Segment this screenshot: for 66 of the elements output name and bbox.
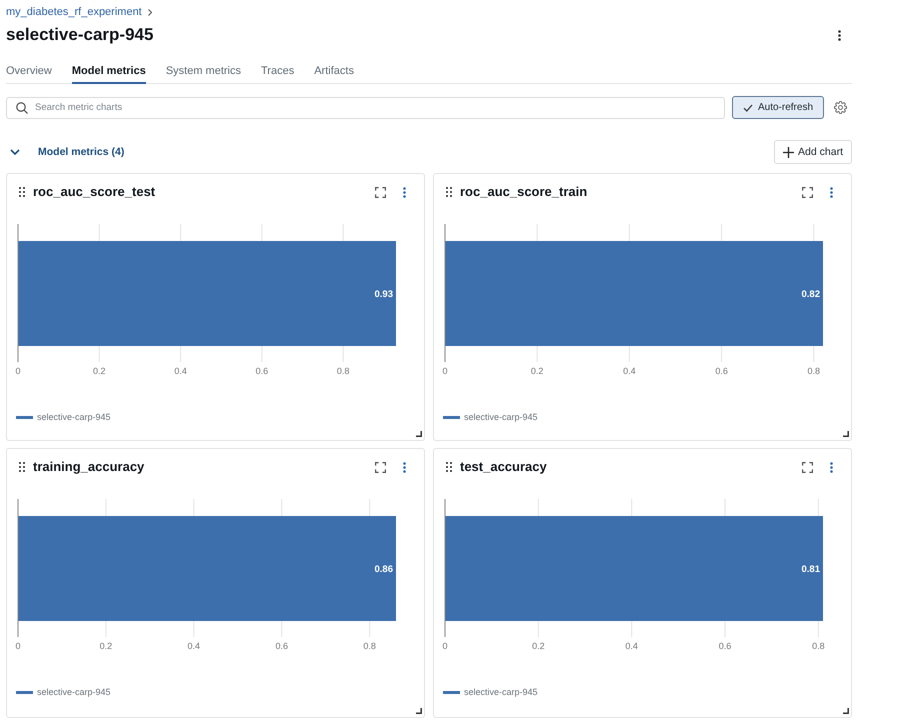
add-chart-button[interactable]: Add chart [774, 140, 852, 164]
check-icon [742, 104, 753, 112]
fullscreen-icon[interactable] [802, 462, 813, 472]
auto-refresh-button[interactable]: Auto-refresh [732, 96, 824, 119]
plus-icon [783, 146, 794, 158]
legend-label: selective-carp-945 [37, 412, 111, 423]
more-options-icon[interactable] [403, 462, 406, 472]
axis-tick-label: 0.6 [718, 641, 732, 651]
legend-label: selective-carp-945 [464, 687, 538, 698]
axis-tick-label: 0.2 [100, 641, 112, 651]
more-options-icon[interactable] [838, 30, 841, 40]
drag-handle-icon[interactable] [19, 187, 25, 197]
axis-tick-label: 0.4 [625, 641, 638, 651]
value-label: 0.82 [802, 289, 820, 300]
axis-tick-label: 0.2 [530, 366, 544, 376]
axis-tick-label: 0 [442, 641, 448, 651]
axis-tick-label: 0.2 [532, 641, 545, 651]
drag-handle-icon[interactable] [19, 462, 25, 472]
chart-title: roc_auc_score_test [33, 184, 156, 200]
axis-tick-label: 0.8 [808, 366, 820, 376]
search-field[interactable]: Search metric charts [6, 96, 725, 118]
axis-tick-label: 0.8 [812, 641, 825, 651]
drag-handle-icon[interactable] [446, 462, 452, 472]
run-title: selective-carp-945 [6, 24, 154, 46]
legend-label: selective-carp-945 [37, 687, 111, 698]
axis-tick-label: 0.2 [93, 366, 106, 376]
axis-tick-label: 0 [16, 366, 20, 376]
more-options-icon[interactable] [830, 462, 833, 472]
chevron-right-icon [148, 9, 152, 16]
resize-handle-icon[interactable] [416, 431, 422, 437]
tab[interactable]: System metrics [166, 63, 241, 84]
tab[interactable]: Overview [6, 63, 52, 84]
fullscreen-icon[interactable] [802, 186, 813, 198]
axis-tick-label: 0.4 [174, 366, 187, 376]
axis-tick-label: 0.4 [623, 366, 636, 376]
value-label: 0.81 [802, 564, 820, 575]
axis-tick-label: 0.8 [363, 641, 376, 651]
chart-title: test_accuracy [460, 459, 547, 475]
tab[interactable]: Artifacts [314, 63, 354, 84]
axis-tick-label: 0.6 [256, 366, 268, 376]
breadcrumb-link[interactable]: my_diabetes_rf_experiment [6, 6, 142, 19]
chart-title: training_accuracy [33, 459, 144, 475]
value-label: 0.86 [374, 564, 393, 575]
more-options-icon[interactable] [830, 186, 833, 198]
resize-handle-icon[interactable] [843, 431, 849, 437]
axis-tick-label: 0.6 [715, 366, 728, 376]
settings-icon[interactable] [834, 101, 847, 114]
axis-tick-label: 0 [16, 641, 20, 651]
resize-handle-icon[interactable] [843, 708, 849, 714]
axis-tick-label: 0.8 [336, 366, 350, 376]
axis-tick-label: 0.4 [188, 641, 200, 651]
chart-title: roc_auc_score_train [460, 184, 588, 200]
tab[interactable]: Model metrics [72, 63, 146, 84]
fullscreen-icon[interactable] [375, 186, 386, 198]
chevron-down-icon[interactable] [10, 149, 20, 155]
drag-handle-icon[interactable] [446, 187, 452, 197]
axis-tick-label: 0 [442, 366, 448, 376]
legend-label: selective-carp-945 [464, 412, 538, 423]
search-icon [16, 102, 28, 114]
section-title[interactable]: Model metrics (4) [38, 146, 124, 158]
fullscreen-icon[interactable] [375, 462, 386, 472]
axis-tick-label: 0.6 [275, 641, 288, 651]
resize-handle-icon[interactable] [416, 708, 422, 714]
tab[interactable]: Traces [261, 63, 294, 84]
value-label: 0.93 [374, 289, 393, 300]
more-options-icon[interactable] [403, 186, 406, 198]
